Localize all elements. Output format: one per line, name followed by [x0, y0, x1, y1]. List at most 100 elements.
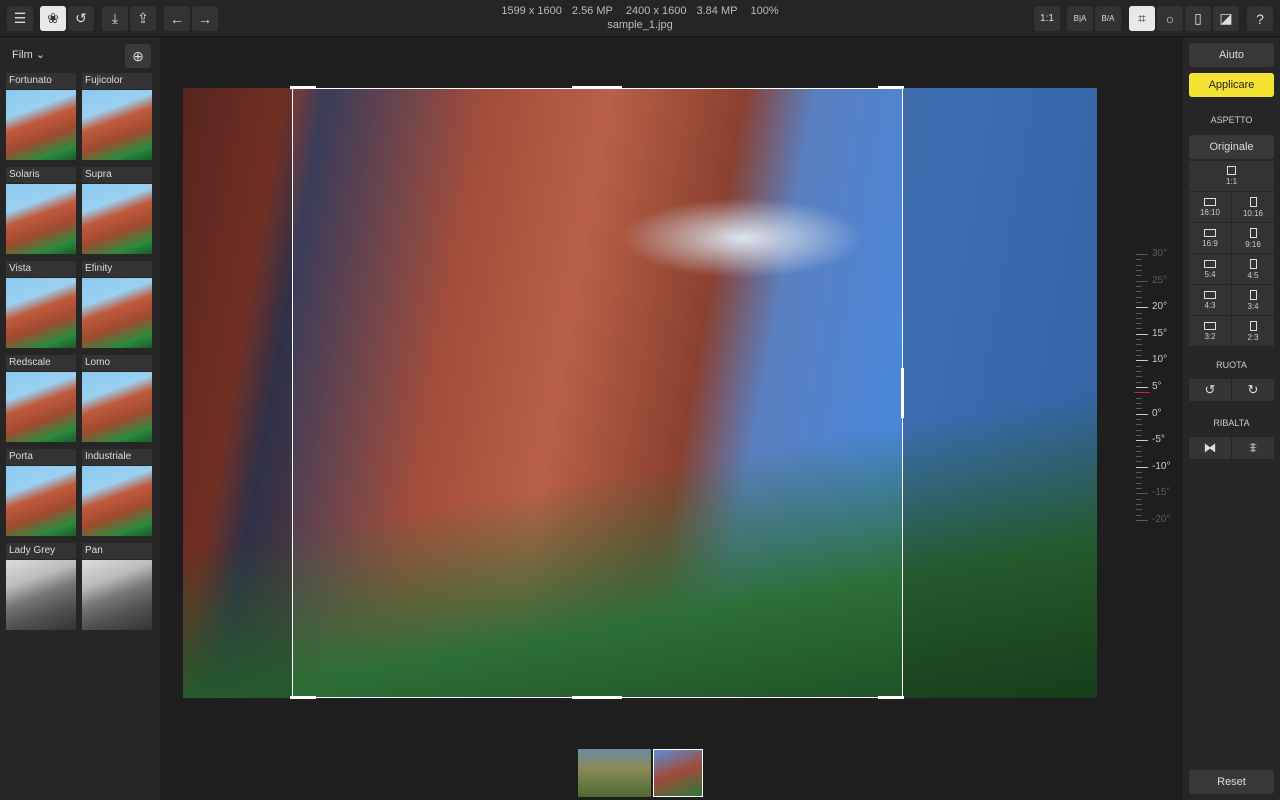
- filter-thumb[interactable]: Industriale: [82, 449, 152, 536]
- ruler-tick: [1136, 466, 1148, 468]
- filter-thumb[interactable]: Vista: [6, 261, 76, 348]
- apply-button[interactable]: Applicare: [1189, 73, 1274, 97]
- ruler-minor-tick: [1136, 328, 1142, 330]
- ruler-minor-tick: [1136, 402, 1142, 404]
- aspect-1-1-button[interactable]: 1:1: [1189, 161, 1274, 191]
- ruler-tick: [1136, 333, 1148, 335]
- crop-handle-br[interactable]: [878, 696, 904, 699]
- filter-label: Vista: [6, 261, 76, 277]
- filter-thumb[interactable]: Fortunato: [6, 73, 76, 160]
- aspect-ratio-label: 3:2: [1204, 331, 1216, 341]
- aspect-ratio-button[interactable]: 4:3: [1189, 285, 1231, 315]
- aspect-ratio-button[interactable]: 9:16: [1232, 223, 1274, 253]
- ruler-label: -10°: [1152, 460, 1171, 472]
- help-button[interactable]: ?: [1247, 6, 1273, 31]
- reset-button[interactable]: Reset: [1189, 770, 1274, 794]
- filmstrip-thumb-2[interactable]: [653, 749, 703, 797]
- full-megapixels: 3.84 MP: [696, 5, 738, 17]
- crop-handle-top[interactable]: [572, 86, 622, 89]
- ruler-minor-tick: [1136, 445, 1142, 447]
- filter-preview: [82, 184, 152, 254]
- filter-thumb[interactable]: Fujicolor: [82, 73, 152, 160]
- aspect-ratio-button[interactable]: 16:10: [1189, 192, 1231, 222]
- filter-preview: [82, 372, 152, 442]
- exposure-icon[interactable]: ◪: [1213, 6, 1239, 31]
- crop-handle-tr[interactable]: [878, 86, 904, 89]
- ruler-minor-tick: [1136, 269, 1142, 271]
- ruler-tick: [1136, 440, 1148, 442]
- rotate-right-icon[interactable]: ↻: [1232, 379, 1274, 401]
- filter-thumb[interactable]: Lomo: [82, 355, 152, 442]
- filter-thumb[interactable]: Efinity: [82, 261, 152, 348]
- filter-preview: [6, 90, 76, 160]
- ruler-tick: [1136, 493, 1148, 495]
- ruler-minor-tick: [1136, 323, 1142, 325]
- ruler-label: 25°: [1152, 274, 1168, 286]
- crop-panel: Aiuto Applicare ASPETTO Originale 1:1 16…: [1183, 38, 1280, 800]
- aspect-ratio-button[interactable]: 2:3: [1232, 316, 1274, 346]
- split-compare-button[interactable]: B/A: [1095, 6, 1121, 31]
- aspect-ratio-label: 3:4: [1247, 301, 1259, 311]
- ruler-label: 0°: [1152, 407, 1162, 419]
- filter-thumb[interactable]: Lady Grey: [6, 543, 76, 630]
- filter-preview: [82, 466, 152, 536]
- ruler-minor-tick: [1136, 344, 1142, 346]
- ruler-tick: [1136, 360, 1148, 362]
- flip-horizontal-icon[interactable]: ⧓: [1189, 437, 1231, 459]
- aspect-ratio-button[interactable]: 10:16: [1232, 192, 1274, 222]
- filter-preview: [6, 278, 76, 348]
- aspect-ratio-button[interactable]: 16:9: [1189, 223, 1231, 253]
- filter-label: Fujicolor: [82, 73, 152, 89]
- circle-icon[interactable]: ○: [1157, 6, 1183, 31]
- filter-thumb[interactable]: Solaris: [6, 167, 76, 254]
- aspect-ratio-button[interactable]: 3:4: [1232, 285, 1274, 315]
- crop-box[interactable]: [292, 88, 903, 698]
- filter-preview: [6, 372, 76, 442]
- ruler-label: -15°: [1152, 487, 1171, 499]
- category-dropdown[interactable]: Film ⌄: [12, 48, 45, 61]
- full-dimensions: 2400 x 1600: [625, 5, 687, 17]
- filter-thumb[interactable]: Supra: [82, 167, 152, 254]
- ruler-minor-tick: [1136, 450, 1142, 452]
- flip-vertical-icon[interactable]: ⩨: [1232, 437, 1274, 459]
- ruler-tick: [1136, 307, 1148, 309]
- filter-preview: [82, 560, 152, 630]
- flip-heading: RIBALTA: [1213, 418, 1250, 428]
- filter-thumb[interactable]: Pan: [82, 543, 152, 630]
- zoom-1to1-button[interactable]: 1:1: [1034, 6, 1060, 31]
- ruler-minor-tick: [1136, 355, 1142, 356]
- ruler-minor-tick: [1136, 397, 1142, 399]
- ruler-minor-tick: [1136, 339, 1142, 341]
- filter-preview: [6, 560, 76, 630]
- aspect-ratio-label: 9:16: [1245, 239, 1261, 249]
- aspect-ratio-button[interactable]: 4:5: [1232, 254, 1274, 284]
- filter-thumb[interactable]: Redscale: [6, 355, 76, 442]
- crop-handle-tl[interactable]: [290, 86, 316, 89]
- crop-handle-bl[interactable]: [290, 696, 316, 699]
- aspect-ratio-button[interactable]: 3:2: [1189, 316, 1231, 346]
- aspect-ratio-label: 16:10: [1199, 207, 1221, 217]
- filters-panel: Film ⌄ ⊕ Fortunato Fujicolor Solaris Supra V…: [0, 38, 160, 800]
- aspect-ratio-label: 5:4: [1204, 269, 1216, 279]
- crop-mask-right: [903, 88, 1097, 698]
- crop-icon[interactable]: ⌗: [1129, 6, 1155, 31]
- frame-icon[interactable]: ▯: [1185, 6, 1211, 31]
- rotate-left-icon[interactable]: ↺: [1189, 379, 1231, 401]
- ruler-label: 30°: [1152, 248, 1168, 259]
- filter-label: Pan: [82, 543, 152, 559]
- filter-label: Lady Grey: [6, 543, 76, 559]
- ruler-minor-tick: [1136, 461, 1142, 463]
- aspect-ratio-label: 16:9: [1202, 238, 1218, 248]
- aspect-original-button[interactable]: Originale: [1189, 135, 1274, 159]
- filter-thumb[interactable]: Porta: [6, 449, 76, 536]
- ruler-label: -20°: [1152, 514, 1171, 525]
- filmstrip-thumb-1[interactable]: [578, 749, 651, 797]
- crop-handle-right[interactable]: [901, 368, 904, 418]
- compare-button[interactable]: B|A: [1067, 6, 1093, 31]
- add-filter-button[interactable]: ⊕: [125, 44, 151, 68]
- ruler-minor-tick: [1136, 371, 1142, 372]
- help-button[interactable]: Aiuto: [1189, 43, 1274, 67]
- aspect-ratio-button[interactable]: 5:4: [1189, 254, 1231, 284]
- rotation-indicator[interactable]: [1134, 392, 1150, 394]
- crop-handle-bottom[interactable]: [572, 696, 622, 699]
